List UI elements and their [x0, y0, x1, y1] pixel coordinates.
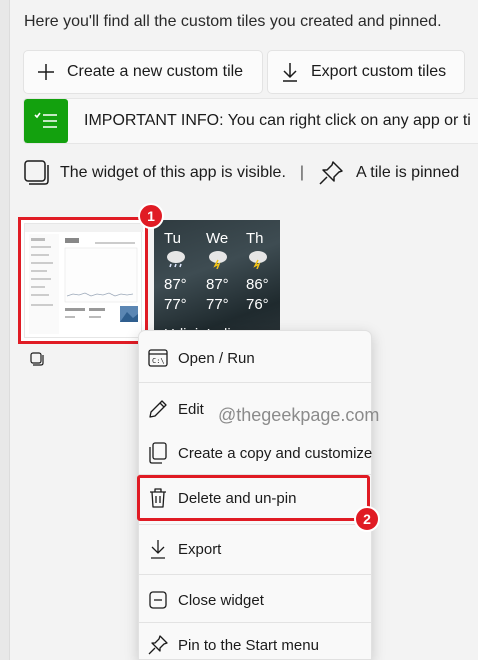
menu-item-label: Edit — [178, 400, 204, 418]
menu-item-label: Export — [178, 540, 222, 558]
menu-item-close-widget[interactable]: Close widget — [139, 580, 373, 620]
tile-pinned-text: A tile is pinned — [356, 164, 460, 181]
menu-item-export[interactable]: Export — [139, 529, 373, 569]
widget-visible-icon — [24, 160, 49, 185]
weather-high: 87° — [164, 276, 187, 293]
intro-text: Here you'll find all the custom tiles yo… — [24, 13, 442, 30]
window-left-edge — [0, 0, 10, 660]
close-widget-icon — [149, 591, 167, 609]
weather-day-column: We 87° 77° — [206, 230, 246, 315]
svg-text:C:\: C:\ — [152, 357, 165, 365]
app-screenshot-tile[interactable] — [18, 217, 148, 344]
copy-icon — [149, 442, 167, 464]
weather-day-column: Th 86° 76° — [246, 230, 280, 315]
widget-visible-text: The widget of this app is visible. — [60, 164, 286, 181]
menu-item-label: Pin to the Start menu — [178, 636, 319, 654]
menu-separator — [139, 524, 371, 525]
weather-low: 77° — [206, 296, 229, 313]
widget-visible-icon — [30, 352, 44, 366]
menu-separator — [139, 382, 371, 383]
important-info-bar: IMPORTANT INFO: You can right click on a… — [23, 98, 478, 144]
weather-day: Tu — [164, 230, 181, 247]
step-badge-1: 1 — [138, 203, 164, 229]
menu-item-label: Close widget — [178, 591, 264, 609]
download-icon — [283, 63, 297, 82]
watermark: @thegeekpage.com — [218, 405, 380, 425]
weather-day: We — [206, 230, 229, 247]
weather-day: Th — [246, 230, 264, 247]
tile-thumbnail — [24, 223, 143, 338]
weather-day-column: Tu 87° 77° — [164, 230, 204, 315]
weather-tile[interactable]: Tu 87° 77° We 87° 77° Th 86° 76° Udipi, … — [154, 220, 280, 344]
weather-low: 76° — [246, 296, 269, 313]
menu-separator — [139, 574, 371, 575]
pin-icon — [319, 161, 343, 185]
plus-icon — [38, 64, 54, 80]
menu-item-copy-customize[interactable]: Create a copy and customize — [139, 433, 373, 473]
delete-highlight-box — [137, 475, 370, 521]
weather-high: 86° — [246, 276, 269, 293]
checklist-icon — [24, 99, 68, 143]
export-custom-tiles-label: Export custom tiles — [311, 63, 447, 80]
weather-high: 87° — [206, 276, 229, 293]
menu-item-pin-start[interactable]: Pin to the Start menu — [139, 625, 373, 660]
menu-item-open-run[interactable]: C:\ Open / Run — [139, 338, 373, 378]
menu-item-label: Open / Run — [178, 349, 255, 367]
pencil-icon — [149, 400, 167, 418]
legend-separator: | — [299, 164, 305, 181]
run-icon: C:\ — [148, 349, 168, 367]
create-custom-tile-button[interactable]: Create a new custom tile — [23, 50, 263, 94]
export-custom-tiles-button[interactable]: Export custom tiles — [267, 50, 465, 94]
create-custom-tile-label: Create a new custom tile — [67, 63, 244, 80]
cloud-rain-icon — [167, 251, 185, 268]
step-badge-2: 2 — [354, 506, 380, 532]
menu-separator — [139, 622, 371, 623]
download-icon — [151, 540, 165, 559]
cloud-storm-icon — [209, 251, 227, 270]
legend-row: The widget of this app is visible. | A t… — [24, 160, 459, 186]
cloud-storm-icon — [249, 251, 267, 270]
weather-low: 77° — [164, 296, 187, 313]
pin-icon — [148, 635, 168, 655]
important-info-text: IMPORTANT INFO: You can right click on a… — [84, 112, 471, 129]
menu-item-label: Create a copy and customize — [178, 444, 373, 462]
